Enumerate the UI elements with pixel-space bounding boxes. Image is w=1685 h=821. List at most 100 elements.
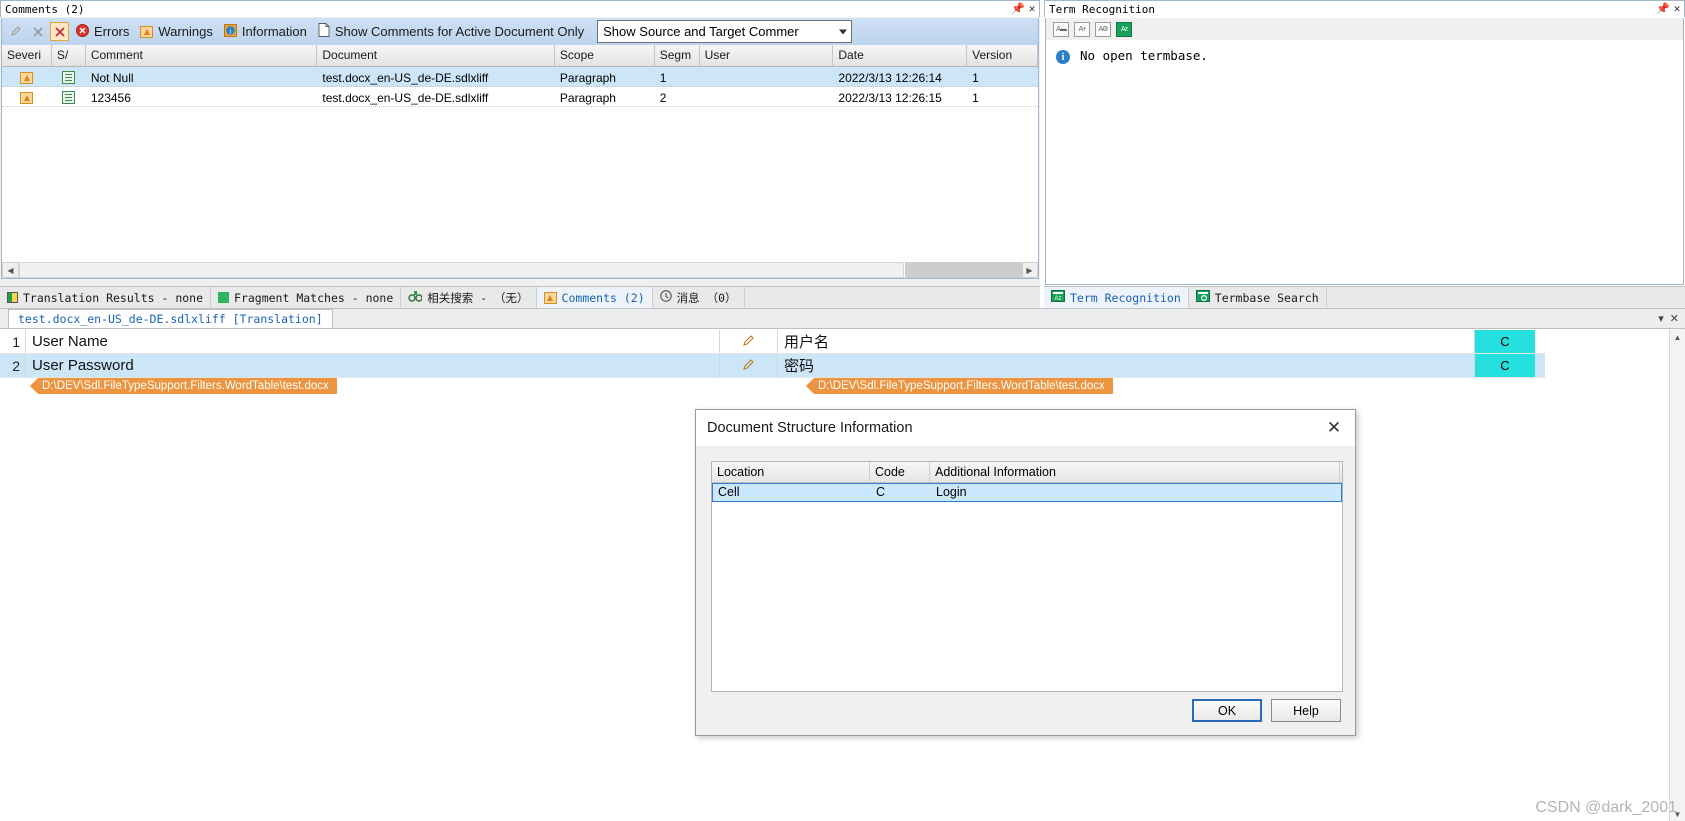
filter-information-button[interactable]: i Information <box>220 20 314 44</box>
segment-number: 1 <box>0 330 26 353</box>
tab-translation-results[interactable]: Translation Results - none <box>0 287 212 308</box>
comments-warning-icon <box>543 291 557 304</box>
column-header-user[interactable]: User <box>700 45 834 66</box>
edit-comment-icon[interactable] <box>6 22 25 41</box>
table-row[interactable]: Not Null test.docx_en-US_de-DE.sdlxliff … <box>2 67 1038 87</box>
filter-warnings-label: Warnings <box>158 24 213 39</box>
term-recognition-toggle-icon[interactable]: Az <box>1116 21 1132 37</box>
term-lookup-icon[interactable]: A▬ <box>1053 21 1069 37</box>
comments-grid-horizontal-scrollbar[interactable]: ◀ ▶ <box>1 262 1039 279</box>
close-icon[interactable]: ✕ <box>1670 312 1679 325</box>
delete-all-comments-icon[interactable] <box>50 22 69 41</box>
tab-fragment-matches-label: Fragment Matches - none <box>234 290 394 305</box>
source-structure-tag-cell: D:\DEV\Sdl.FileTypeSupport.Filters.WordT… <box>0 378 720 394</box>
scroll-up-arrow[interactable]: ▲ <box>1670 329 1685 345</box>
watermark: CSDN @dark_2001 <box>1535 799 1677 816</box>
left-dock-tabstrip: Translation Results - none Fragment Matc… <box>0 286 1040 308</box>
filter-errors-button[interactable]: Errors <box>72 20 136 44</box>
comment-scope-filter-select[interactable]: Show Source and Target Commer <box>597 20 853 43</box>
close-icon[interactable]: ✕ <box>1321 416 1347 440</box>
cell-code: C <box>876 485 886 499</box>
column-header-scope[interactable]: Scope <box>555 45 655 66</box>
edit-pencil-icon[interactable] <box>720 354 778 377</box>
cell-comment: Not Null <box>90 70 134 85</box>
active-document-only-button[interactable]: Show Comments for Active Document Only <box>314 20 591 44</box>
ok-button[interactable]: OK <box>1192 699 1262 722</box>
segment-row[interactable]: 1 User Name 用户名 C <box>0 330 1545 354</box>
comment-scope-filter-value: Show Source and Target Commer <box>603 24 799 39</box>
cell-date: 2022/3/13 12:26:14 <box>838 70 942 85</box>
warning-icon <box>20 71 34 84</box>
messages-icon <box>659 290 672 305</box>
segment-target-text[interactable]: 密码 <box>778 354 1475 377</box>
scroll-right-button[interactable]: ▶ <box>1021 262 1038 278</box>
dialog-grid[interactable]: Location Code Additional Information Cel… <box>711 461 1343 692</box>
cell-location: Cell <box>718 485 740 499</box>
concordance-search-icon <box>408 290 423 305</box>
chevron-down-icon[interactable] <box>839 29 848 34</box>
svg-text:Az: Az <box>1054 296 1061 302</box>
comments-panel-titlebar: Comments (2) 📌 ✕ <box>0 0 1040 17</box>
cell-document: test.docx_en-US_de-DE.sdlxliff <box>322 90 489 105</box>
segment-target-text[interactable]: 用户名 <box>778 330 1475 353</box>
close-icon[interactable]: ✕ <box>1025 2 1039 16</box>
scrollbar-track[interactable] <box>19 262 1023 278</box>
column-header-date[interactable]: Date <box>833 45 968 66</box>
termbase-search-icon <box>1195 290 1210 305</box>
delete-comment-icon[interactable] <box>28 22 47 41</box>
active-document-only-label: Show Comments for Active Document Only <box>334 24 585 39</box>
column-header-additional-information[interactable]: Additional Information <box>930 462 1340 482</box>
cell-severity <box>2 67 52 86</box>
segment-status-code[interactable]: C <box>1475 330 1535 353</box>
editor-vertical-scrollbar[interactable]: ▲ ▼ <box>1669 329 1685 821</box>
chevron-down-icon[interactable]: ▾ <box>1658 312 1664 325</box>
segment-row[interactable]: 2 User Password 密码 C <box>0 354 1545 378</box>
tab-term-recognition[interactable]: Az Term Recognition <box>1044 287 1189 308</box>
tab-termbase-search[interactable]: Termbase Search <box>1189 287 1327 308</box>
warning-icon <box>20 91 34 104</box>
segment-source-text[interactable]: User Password <box>26 354 720 377</box>
document-structure-tag-source[interactable]: D:\DEV\Sdl.FileTypeSupport.Filters.WordT… <box>30 378 337 394</box>
scrollbar-thumb[interactable] <box>19 262 904 278</box>
scroll-left-button[interactable]: ◀ <box>2 262 19 278</box>
cell-additional-information: Login <box>936 485 967 499</box>
document-structure-tag-target[interactable]: D:\DEV\Sdl.FileTypeSupport.Filters.WordT… <box>806 378 1113 394</box>
segment-status-code[interactable]: C <box>1475 354 1535 377</box>
add-new-term-icon[interactable]: A+ <box>1074 21 1090 37</box>
dialog-titlebar: Document Structure Information ✕ <box>696 410 1355 446</box>
column-header-severity[interactable]: Severi <box>2 45 52 66</box>
comments-panel-title: Comments (2) <box>5 2 85 16</box>
quick-add-term-icon[interactable]: A⚙ <box>1095 21 1111 37</box>
table-row[interactable]: 123456 test.docx_en-US_de-DE.sdlxliff Pa… <box>2 87 1038 107</box>
tab-concordance-search[interactable]: 相关搜索 - （无） <box>401 287 537 308</box>
tab-comments[interactable]: Comments (2) <box>536 287 653 308</box>
column-header-version[interactable]: Version <box>967 45 1038 66</box>
comment-note-icon <box>62 91 76 104</box>
segment-source-text[interactable]: User Name <box>26 330 720 353</box>
segment-number: 2 <box>0 354 26 377</box>
close-icon[interactable]: ✕ <box>1670 2 1684 16</box>
scrollbar-trough[interactable] <box>905 262 1023 278</box>
column-header-segment[interactable]: Segm <box>655 45 700 66</box>
column-header-comment[interactable]: Comment <box>86 45 318 66</box>
help-button[interactable]: Help <box>1271 699 1341 722</box>
filter-errors-label: Errors <box>94 24 130 39</box>
document-tab[interactable]: test.docx_en-US_de-DE.sdlxliff [Translat… <box>8 309 333 328</box>
column-header-location[interactable]: Location <box>712 462 870 482</box>
table-row[interactable]: Cell C Login <box>712 483 1342 502</box>
tab-fragment-matches[interactable]: Fragment Matches - none <box>211 287 402 308</box>
column-header-status[interactable]: S/ <box>52 45 86 66</box>
pin-icon[interactable]: 📌 <box>1656 2 1670 16</box>
column-header-document[interactable]: Document <box>317 45 555 66</box>
term-panel-message: No open termbase. <box>1080 48 1208 63</box>
comments-grid[interactable]: Severi S/ Comment Document Scope Segm Us… <box>1 45 1039 265</box>
document-tabbar: test.docx_en-US_de-DE.sdlxliff [Translat… <box>0 309 1545 329</box>
cell-version: 1 <box>972 70 979 85</box>
edit-pencil-icon[interactable] <box>720 330 778 353</box>
column-header-code[interactable]: Code <box>870 462 930 482</box>
pin-icon[interactable]: 📌 <box>1011 2 1025 16</box>
tab-messages[interactable]: 消息 （0） <box>653 287 745 308</box>
cell-status <box>52 87 86 106</box>
filter-warnings-button[interactable]: Warnings <box>136 20 219 44</box>
term-panel-toolbar: A▬ A+ A⚙ Az <box>1045 18 1684 40</box>
